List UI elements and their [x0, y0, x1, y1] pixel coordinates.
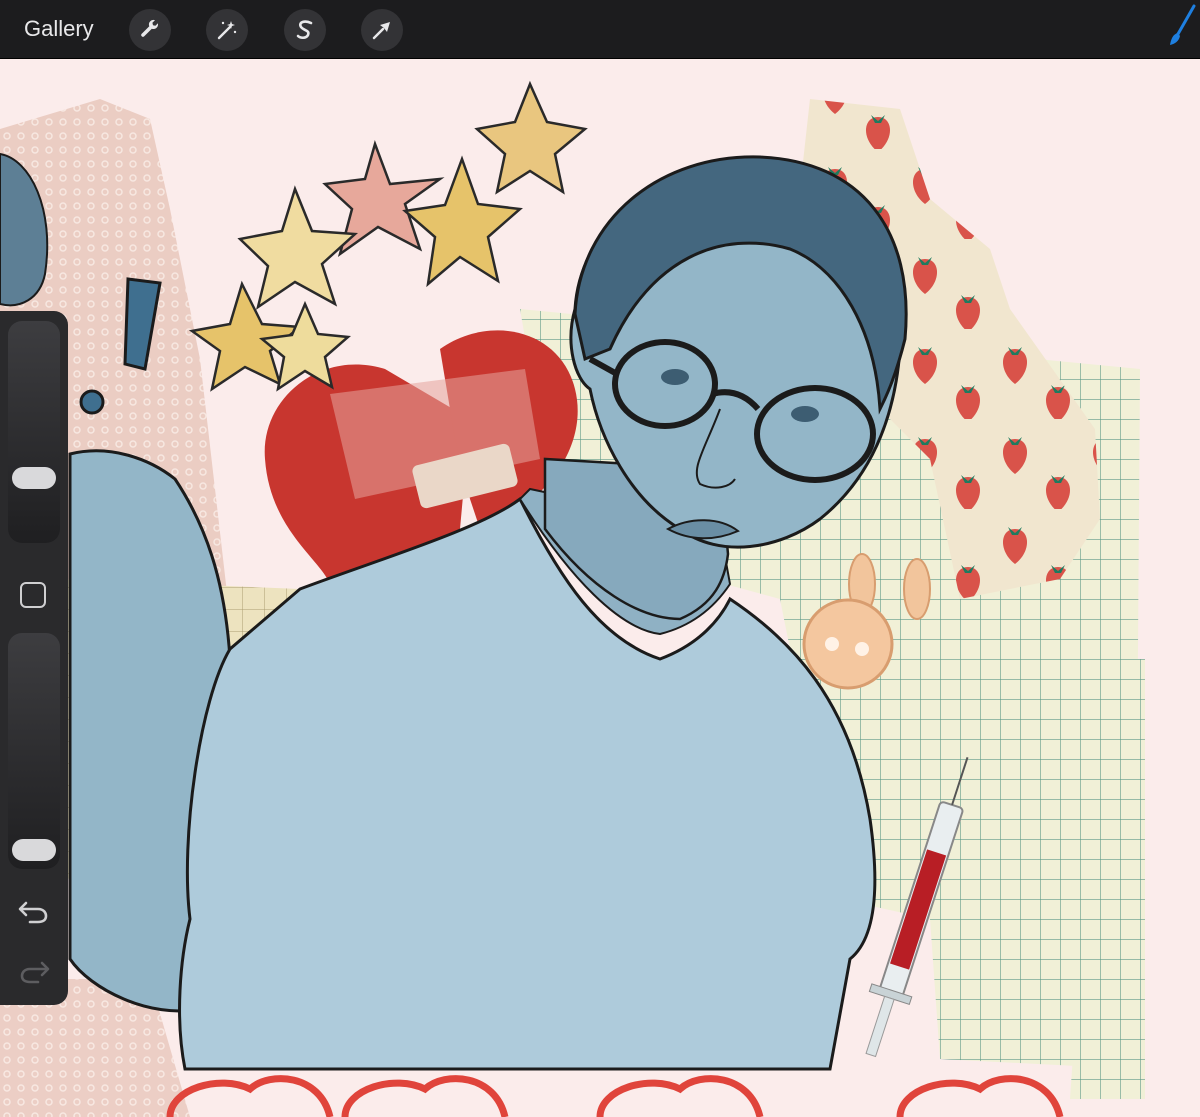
brush-button[interactable] [1168, 4, 1196, 50]
brush-size-thumb[interactable] [12, 467, 56, 490]
top-toolbar: Gallery [0, 0, 1200, 59]
arrow-cursor-icon [372, 22, 390, 40]
redo-icon[interactable] [18, 957, 50, 985]
adjustments-button[interactable] [206, 9, 248, 51]
selection-button[interactable] [284, 9, 326, 51]
undo-icon[interactable] [18, 897, 50, 925]
brush-size-slider[interactable] [8, 321, 60, 543]
opacity-slider[interactable] [8, 633, 60, 869]
magic-wand-icon [217, 21, 237, 40]
drawing-canvas[interactable] [0, 59, 1200, 1117]
opacity-thumb[interactable] [12, 838, 56, 861]
gallery-button[interactable]: Gallery [24, 16, 94, 42]
brush-icon [1170, 4, 1196, 45]
square-modify-icon[interactable] [20, 582, 46, 608]
actions-button[interactable] [129, 9, 171, 51]
side-toolbar [0, 311, 68, 1005]
wrench-icon [141, 19, 159, 37]
collage-artwork [0, 80, 1145, 1117]
transform-button[interactable] [361, 9, 403, 51]
selection-s-icon [296, 20, 313, 40]
